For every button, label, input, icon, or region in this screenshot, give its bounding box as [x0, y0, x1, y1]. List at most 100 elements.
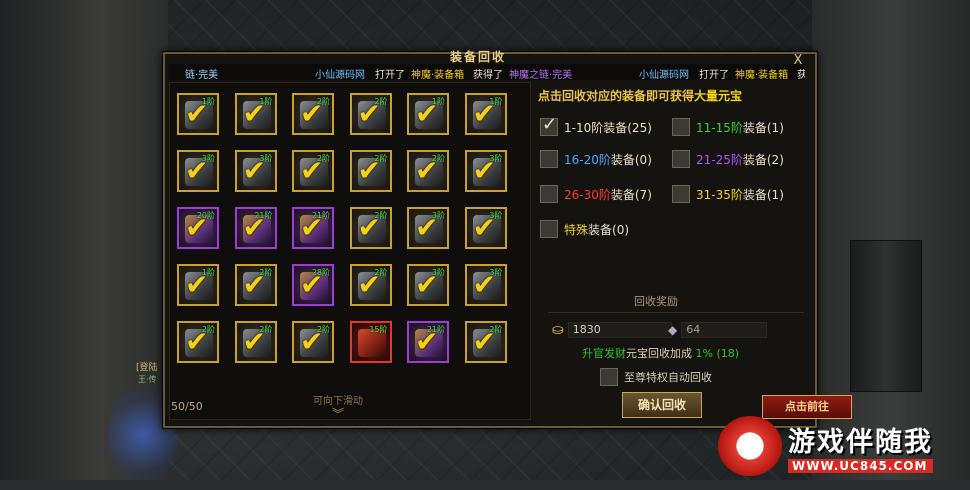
reward-title: 回收奖励 — [634, 295, 678, 308]
equipment-slot[interactable]: 3阶 ✔ — [464, 207, 507, 249]
filter-label: 26-30阶 — [564, 187, 611, 202]
equipment-slot[interactable]: 2阶 ✔ — [464, 321, 507, 363]
selected-check-icon: ✔ — [185, 268, 209, 301]
equipment-slot[interactable]: 1阶 ✔ — [407, 93, 449, 135]
filter-label: 1-10阶 — [564, 120, 604, 135]
filter-row[interactable]: 26-30阶 装备(7) — [540, 183, 652, 205]
filter-checkbox[interactable] — [540, 185, 558, 203]
selected-check-icon: ✔ — [185, 325, 209, 358]
equipment-slot[interactable]: 20阶 ✔ — [177, 207, 219, 249]
crystal-reward: ◆ 64 — [668, 322, 768, 338]
equipment-slot[interactable]: 2阶 ✔ — [349, 150, 392, 192]
ticker-segment: 获得 — [797, 70, 805, 80]
selected-check-icon: ✔ — [185, 211, 209, 244]
equipment-slot[interactable]: 2阶 ✔ — [407, 150, 449, 192]
filter-checkbox[interactable] — [672, 185, 690, 203]
reward-divider — [548, 312, 804, 313]
filter-row[interactable]: 特殊 装备(0) — [540, 218, 629, 240]
ticker-segment: 打开了 — [375, 70, 405, 80]
equipment-slot[interactable]: 3阶 ✔ — [177, 150, 219, 192]
filter-count: 装备(7) — [610, 187, 652, 202]
confirm-recycle-button[interactable]: 确认回收 — [622, 392, 702, 418]
filter-checkbox[interactable] — [540, 150, 558, 168]
equipment-slot[interactable]: 2阶 ✔ — [349, 264, 392, 306]
selected-check-icon: ✔ — [415, 97, 439, 130]
ticker-segment: 神魔之链·完美 — [509, 70, 573, 80]
filter-label: 21-25阶 — [696, 152, 743, 167]
filter-row[interactable]: 1-10阶装备(25) — [540, 114, 652, 138]
filter-row[interactable]: 11-15阶 装备(1) — [672, 116, 784, 138]
equipment-slot[interactable]: 3阶 ✔ — [234, 150, 277, 192]
bonus-text: 元宝回收加成 — [626, 347, 692, 360]
recycle-headline: 点击回收对应的装备即可获得大量元宝 — [538, 87, 742, 104]
equipment-slot[interactable]: 2阶 ✔ — [292, 150, 334, 192]
selected-check-icon: ✔ — [415, 268, 439, 301]
filter-row[interactable]: 21-25阶 装备(2) — [672, 148, 784, 170]
scene-label: [登陆 — [136, 363, 158, 373]
equipment-slot[interactable]: 3阶 ✔ — [464, 150, 507, 192]
scene-label-2: 王·传 — [138, 375, 157, 384]
filter-count: 装备(0) — [588, 222, 630, 237]
selected-check-icon: ✔ — [242, 97, 266, 130]
equipment-slot[interactable]: 3阶 ✔ — [407, 264, 449, 306]
selected-check-icon: ✔ — [415, 211, 439, 244]
equipment-slot[interactable]: 1阶 ✔ — [234, 93, 277, 135]
selected-check-icon: ✔ — [357, 154, 381, 187]
auto-recycle-row[interactable]: 至尊特权自动回收 — [600, 368, 712, 386]
equipment-slot[interactable]: 28阶 ✔ — [292, 264, 334, 306]
selected-check-icon: ✔ — [472, 211, 496, 244]
equipment-slot[interactable]: 1阶 ✔ — [464, 93, 507, 135]
selected-check-icon: ✔ — [472, 325, 496, 358]
ticker-segment: 小仙源码网 — [639, 70, 689, 80]
equipment-slot[interactable]: 21阶 ✔ — [407, 321, 449, 363]
filter-count: 装备(1) — [742, 187, 784, 202]
equipment-slot[interactable]: 2阶 ✔ — [292, 93, 334, 135]
selected-check-icon: ✔ — [300, 211, 324, 244]
crystal-value: 64 — [681, 322, 768, 338]
gold-ingot-value: 1830 — [567, 322, 672, 338]
ticker-segment: 神魔·装备箱 — [735, 70, 789, 80]
filter-count: 装备(2) — [742, 152, 784, 167]
equipment-slot[interactable]: 2阶 ✔ — [234, 321, 277, 363]
scroll-down-icon[interactable]: ︾ — [332, 405, 344, 422]
equipment-slot[interactable]: 1阶 ✔ — [177, 264, 219, 306]
filter-checkbox[interactable] — [540, 114, 558, 136]
filter-label: 31-35阶 — [696, 187, 743, 202]
selected-check-icon: ✔ — [415, 154, 439, 187]
filter-row[interactable]: 16-20阶 装备(0) — [540, 148, 652, 170]
equipment-slot[interactable]: 21阶 ✔ — [234, 207, 277, 249]
equipment-slot[interactable]: 15阶 — [349, 321, 392, 363]
selected-check-icon: ✔ — [357, 211, 381, 244]
bonus-prefix: 升官发财 — [582, 347, 626, 360]
ticker-segment: 获得了 — [473, 70, 503, 80]
auto-recycle-checkbox[interactable] — [600, 368, 618, 386]
selected-check-icon: ✔ — [472, 154, 496, 187]
selected-check-icon: ✔ — [300, 268, 324, 301]
selected-check-icon: ✔ — [242, 154, 266, 187]
equipment-slot[interactable]: 3阶 ✔ — [407, 207, 449, 249]
equipment-slot[interactable]: 2阶 ✔ — [349, 93, 392, 135]
equipment-slot[interactable]: 3阶 ✔ — [464, 264, 507, 306]
auto-recycle-label: 至尊特权自动回收 — [624, 371, 712, 384]
dragon-logo-icon — [718, 416, 782, 476]
filter-label: 11-15阶 — [696, 120, 743, 135]
equipment-slot[interactable]: 21阶 ✔ — [292, 207, 334, 249]
ticker-segment: 神魔·装备箱 — [411, 70, 465, 80]
filter-checkbox[interactable] — [672, 118, 690, 136]
equipment-slot[interactable]: 1阶 ✔ — [177, 93, 219, 135]
equipment-slot[interactable]: 2阶 ✔ — [234, 264, 277, 306]
selected-check-icon: ✔ — [300, 154, 324, 187]
selected-check-icon: ✔ — [185, 154, 209, 187]
selected-check-icon: ✔ — [242, 268, 266, 301]
selected-check-icon: ✔ — [242, 211, 266, 244]
watermark-url: WWW.UC845.COM — [788, 458, 933, 473]
filter-checkbox[interactable] — [540, 220, 558, 238]
bag-count: 50/50 — [171, 400, 203, 413]
equipment-slot[interactable]: 2阶 ✔ — [349, 207, 392, 249]
filter-row[interactable]: 31-35阶 装备(1) — [672, 183, 784, 205]
filter-label: 特殊 — [564, 222, 589, 237]
equipment-slot[interactable]: 2阶 ✔ — [292, 321, 334, 363]
filter-checkbox[interactable] — [672, 150, 690, 168]
headline-highlight: 大量元宝 — [694, 89, 743, 103]
equipment-slot[interactable]: 2阶 ✔ — [177, 321, 219, 363]
